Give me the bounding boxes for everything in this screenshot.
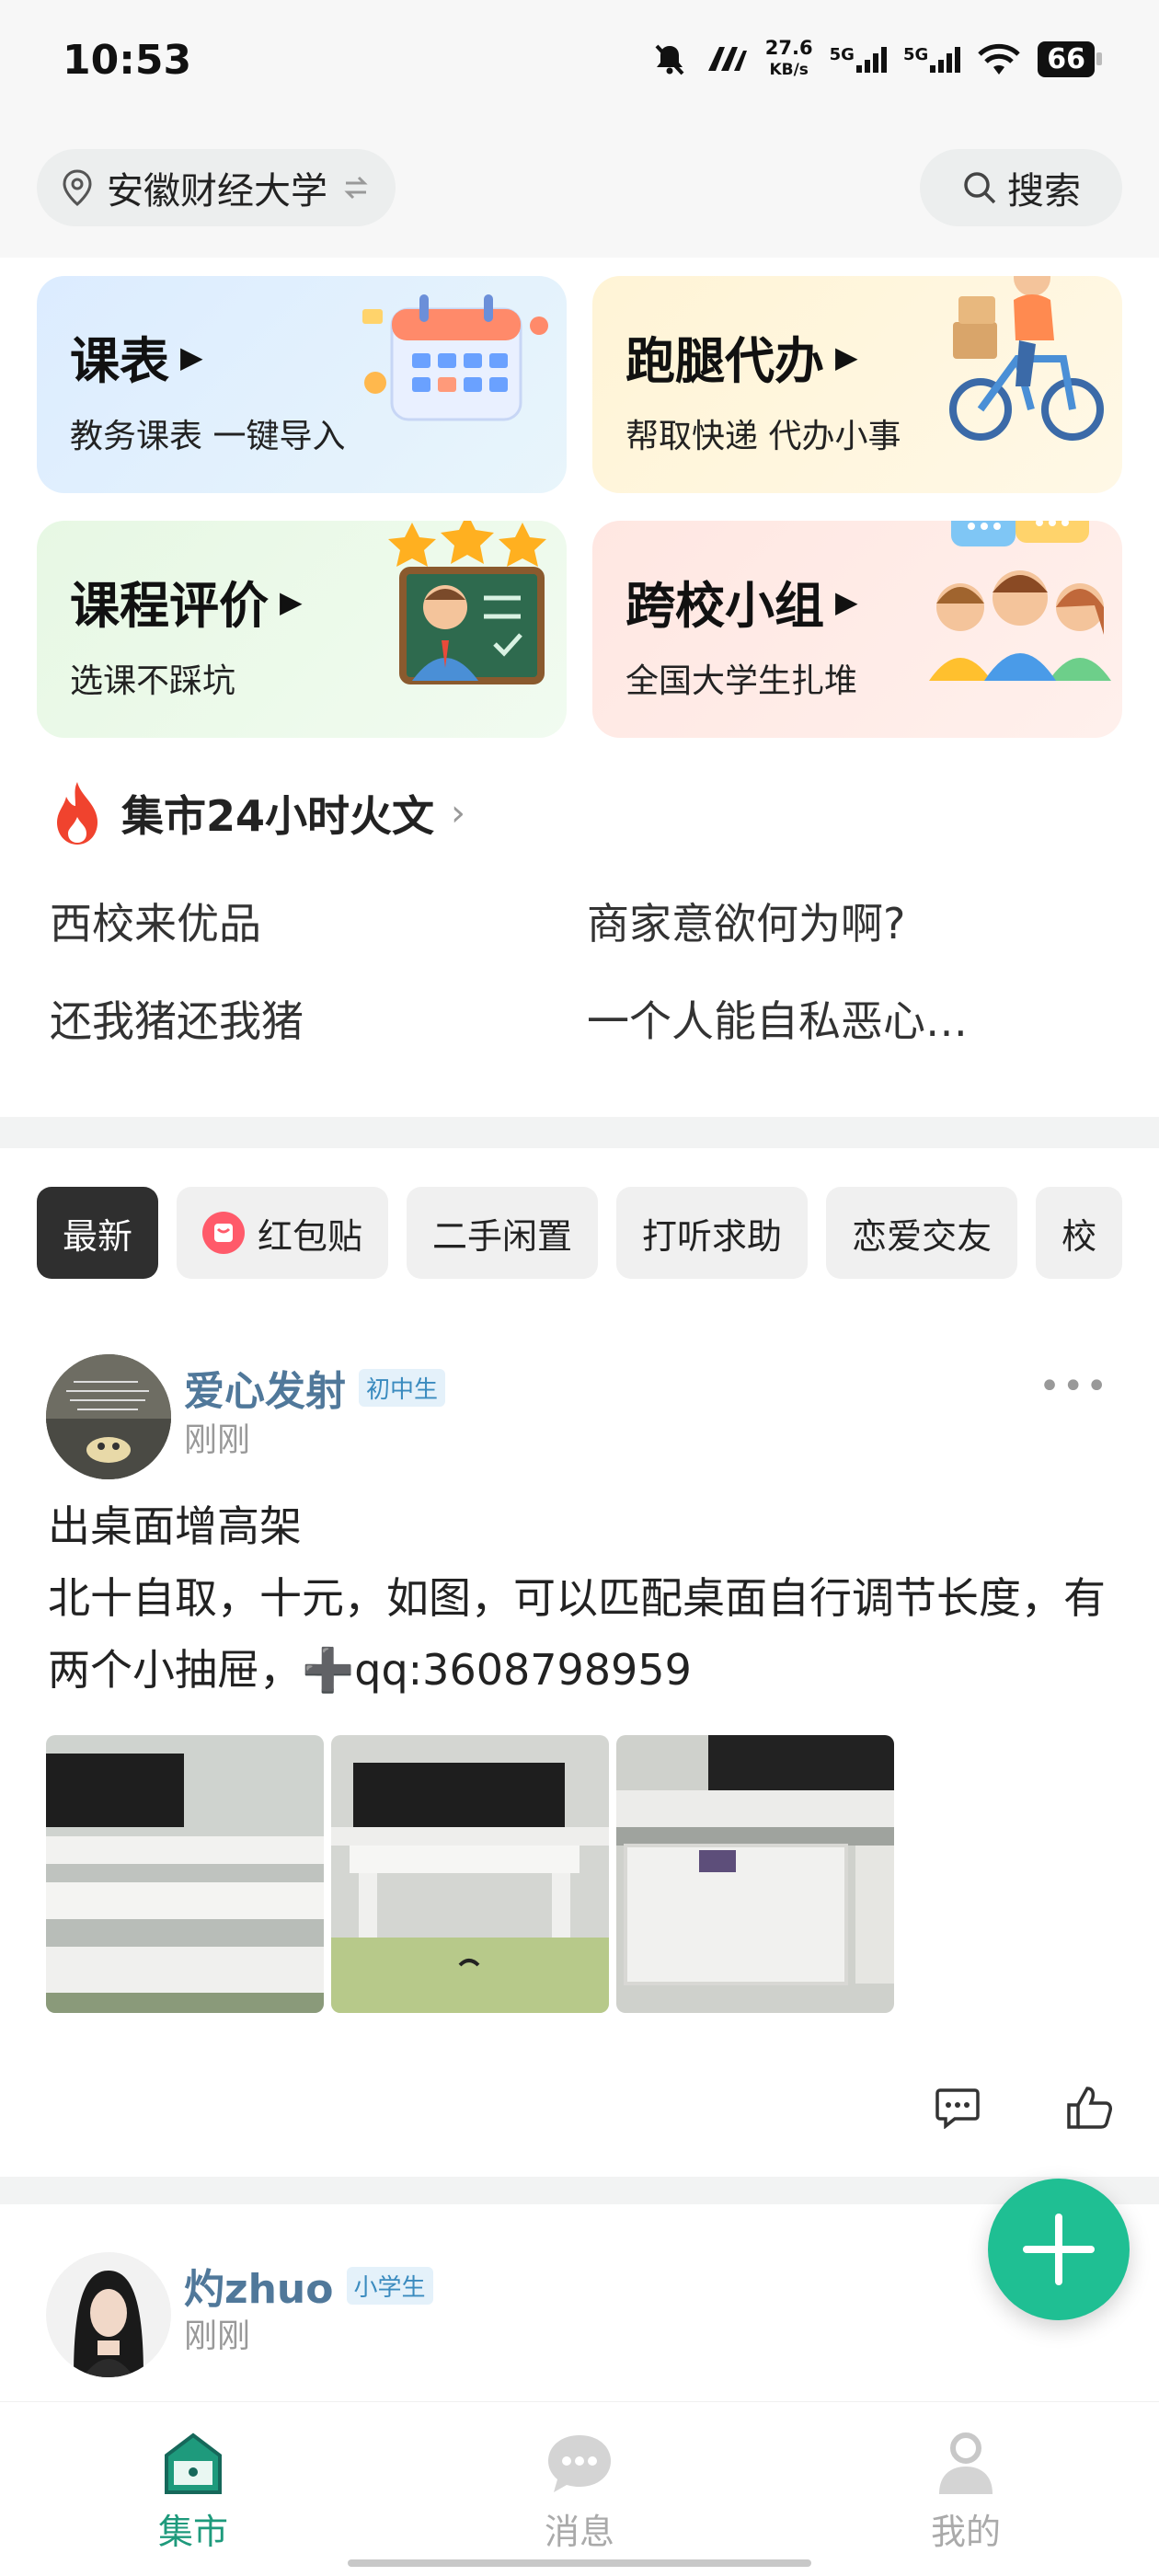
delivery-bike-icon	[949, 276, 1104, 441]
username-text: 爱心发射	[184, 1368, 346, 1415]
like-icon[interactable]	[1065, 2085, 1113, 2131]
status-bar: 10:53 27.6 KB/s 5G 5G 66	[0, 0, 1159, 120]
wifi-icon	[978, 43, 1020, 75]
nav-profile[interactable]: 我的	[874, 2430, 1058, 2576]
section-divider	[0, 2177, 1159, 2204]
group-people-icon	[929, 521, 1111, 681]
user-icon	[939, 2432, 993, 2494]
more-icon[interactable]: •••	[1039, 1365, 1109, 1408]
teacher-icon	[388, 521, 546, 684]
tab-help[interactable]: 打听求助	[616, 1187, 809, 1279]
post-time: 刚刚	[184, 1421, 251, 1459]
card-errand[interactable]: 跑腿代办 ▶ 帮取快递 代办小事	[592, 276, 1122, 493]
section-divider	[0, 1117, 1159, 1148]
tab-campus[interactable]: 校	[1036, 1187, 1122, 1279]
net-speed-value: 27.6	[764, 37, 813, 59]
triangle-right-icon: ▶	[280, 583, 303, 619]
feature-cards: 课表 ▶ 教务课表 一键导入 跑腿代办 ▶ 帮取快递 代办小事 课程评价 ▶ 选…	[37, 276, 1122, 738]
post-images	[46, 1735, 894, 2013]
mute-icon	[655, 44, 684, 75]
post-username[interactable]: 爱心发射 初中生	[184, 1358, 446, 1417]
tab-latest[interactable]: 最新	[37, 1187, 159, 1279]
post-actions	[935, 2085, 1113, 2131]
nav-messages[interactable]: 消息	[488, 2430, 671, 2576]
fire-icon	[57, 782, 98, 845]
card-title-text: 跨校小组	[625, 577, 824, 635]
hot-header[interactable]: 集市24小时火文 ›	[50, 780, 1117, 846]
nfc-icon	[707, 47, 747, 71]
hot-title: 集市24小时火文	[121, 791, 435, 841]
chat-icon	[548, 2435, 611, 2492]
triangle-right-icon: ▶	[835, 583, 858, 619]
nav-label: 我的	[930, 2512, 1001, 2552]
signal-2-label: 5G	[902, 45, 929, 64]
triangle-right-icon: ▶	[180, 339, 203, 374]
top-row: 安徽财经大学 搜索	[0, 120, 1159, 258]
net-speed: 27.6 KB/s	[765, 37, 813, 81]
post-time: 刚刚	[184, 2317, 251, 2355]
create-post-button[interactable]	[988, 2179, 1130, 2320]
card-title-text: 跑腿代办	[625, 332, 824, 390]
home-icon	[165, 2432, 222, 2494]
search-button[interactable]: 搜索	[920, 149, 1122, 226]
post-username[interactable]: 灼zhuo 小学生	[184, 2256, 433, 2315]
plus-icon	[1023, 2214, 1095, 2285]
calendar-icon	[362, 294, 548, 421]
home-indicator[interactable]	[348, 2559, 811, 2567]
location-name: 安徽财经大学	[107, 170, 327, 213]
signal-1-label: 5G	[829, 45, 855, 64]
triangle-right-icon: ▶	[835, 339, 858, 374]
signal-bars-icon	[855, 45, 887, 73]
net-speed-unit: KB/s	[769, 61, 809, 79]
user-level-badge: 初中生	[359, 1368, 446, 1407]
location-selector[interactable]: 安徽财经大学	[37, 149, 396, 226]
post-body: 北十自取，十元，如图，可以匹配桌面自行调节长度，有两个小抽屉，➕qq:36087…	[48, 1573, 1106, 1695]
post-title: 出桌面增高架	[48, 1501, 302, 1551]
post-image[interactable]	[331, 1735, 609, 2013]
signal-1: 5G	[830, 45, 887, 73]
tab-second-hand[interactable]: 二手闲置	[407, 1187, 599, 1279]
red-packet-icon	[202, 1212, 246, 1254]
status-icons: 27.6 KB/s 5G 5G 66	[651, 37, 1102, 81]
hot-list: 西校来优品 商家意欲何为啊? 还我猪还我猪 一个人能自私恶心…	[50, 891, 1117, 1049]
tab-red-packet[interactable]: 红包贴	[177, 1187, 389, 1279]
search-icon	[964, 172, 996, 204]
switch-icon	[344, 176, 368, 200]
chevron-right-icon: ›	[451, 792, 466, 834]
card-title-text: 课表	[70, 332, 169, 390]
nav-label: 消息	[544, 2512, 614, 2552]
hot-item[interactable]: 商家意欲何为啊?	[587, 891, 1117, 951]
hot-item[interactable]: 西校来优品	[50, 891, 587, 951]
tab-label: 红包贴	[258, 1215, 363, 1257]
status-time: 10:53	[63, 37, 192, 84]
avatar[interactable]	[46, 2252, 171, 2377]
nav-label: 集市	[157, 2512, 228, 2552]
card-course-review[interactable]: 课程评价 ▶ 选课不踩坑	[37, 521, 567, 738]
category-tabs: 最新 红包贴 二手闲置 打听求助 恋爱交友 校	[37, 1187, 1122, 1282]
signal-2: 5G	[902, 45, 961, 73]
username-text: 灼zhuo	[184, 2266, 334, 2313]
avatar[interactable]	[46, 1354, 171, 1479]
post-image[interactable]	[46, 1735, 324, 2013]
battery-indicator: 66	[1038, 40, 1102, 77]
user-level-badge: 小学生	[346, 2266, 433, 2305]
search-label: 搜索	[1007, 170, 1081, 213]
card-cross-school-group[interactable]: 跨校小组 ▶ 全国大学生扎堆	[592, 521, 1122, 738]
card-title-text: 课程评价	[70, 577, 269, 635]
card-timetable[interactable]: 课表 ▶ 教务课表 一键导入	[37, 276, 567, 493]
post-image[interactable]	[616, 1735, 894, 2013]
hot-item[interactable]: 一个人能自私恶心…	[587, 988, 1117, 1049]
nav-market[interactable]: 集市	[101, 2430, 285, 2576]
hot-section: 集市24小时火文 › 西校来优品 商家意欲何为啊? 还我猪还我猪 一个人能自私恶…	[50, 780, 1117, 1049]
location-pin-icon	[63, 169, 92, 206]
signal-bars-icon	[930, 45, 961, 73]
comment-icon[interactable]	[935, 2087, 981, 2129]
tab-dating[interactable]: 恋爱交友	[826, 1187, 1018, 1279]
hot-item[interactable]: 还我猪还我猪	[50, 988, 587, 1049]
bottom-nav: 集市 消息 我的	[0, 2401, 1159, 2576]
